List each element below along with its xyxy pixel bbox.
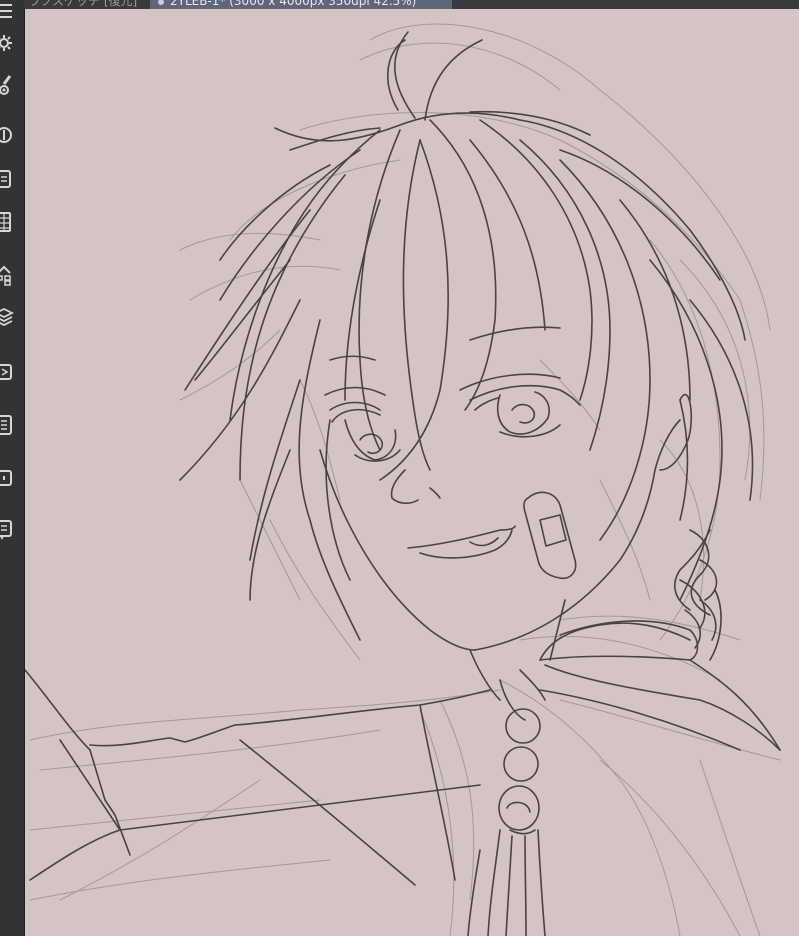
material-icon[interactable] — [0, 264, 14, 286]
tab-label: 2YLEB-1* (3000 x 4000px 350dpi 42.5%) — [170, 0, 417, 8]
brush-icon[interactable] — [0, 74, 14, 96]
comment-icon[interactable] — [0, 519, 14, 541]
tool-strip — [0, 0, 25, 936]
tab-active-document[interactable]: 2YLEB-1* (3000 x 4000px 350dpi 42.5%) — [150, 0, 452, 9]
history-icon[interactable] — [0, 168, 14, 190]
sub-tool-icon[interactable] — [0, 414, 14, 436]
layer-property-icon[interactable] — [0, 124, 14, 146]
navigator-icon[interactable] — [0, 361, 14, 383]
gear-icon[interactable] — [0, 32, 14, 54]
tab-label: ラフスケッチ [復元] — [28, 0, 138, 8]
line-art-illustration — [25, 23, 781, 936]
drawing-canvas[interactable] — [25, 9, 799, 936]
document-tab-bar: ラフスケッチ [復元] 2YLEB-1* (3000 x 4000px 350d… — [24, 0, 799, 9]
menu-icon[interactable] — [0, 0, 14, 22]
document-status-dot-icon — [158, 0, 164, 5]
film-strip-icon[interactable] — [0, 211, 14, 233]
layers-icon[interactable] — [0, 306, 14, 328]
tab-rough-sketch[interactable]: ラフスケッチ [復元] — [28, 0, 148, 9]
canvas-icon[interactable] — [0, 467, 14, 489]
